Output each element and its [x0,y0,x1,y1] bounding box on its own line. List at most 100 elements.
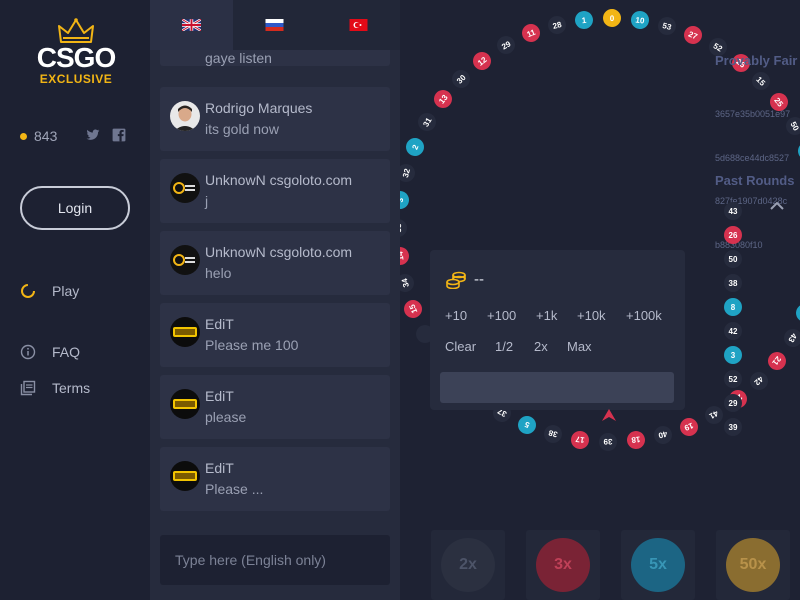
provably-fair-title[interactable]: Provably Fair [715,53,797,68]
avatar[interactable] [170,461,200,491]
chat-username[interactable]: Rodrigo Marques [205,100,312,116]
nav-item-terms[interactable]: Terms [20,378,90,398]
chat-message: Rodrigo Marques its gold now [160,87,390,151]
wheel-ball: 17 [570,429,591,451]
wheel-ball: 53 [655,14,678,37]
logo[interactable]: CSGO EXCLUSIVE [28,18,124,86]
tab-language-tr-overlay[interactable] [316,0,400,50]
wheel-ball: 39 [599,432,618,452]
wheel-ball: 28 [545,13,568,36]
chat-username[interactable]: UnknowN csgoloto.com [205,244,352,260]
wheel-ball: 32 [400,162,417,185]
wheel-ball: 5 [515,413,539,437]
sidebar: CSGO EXCLUSIVE 843 Login Play FAQ Terms [0,0,150,600]
bet-amount: -- [474,271,484,288]
chevron-up-icon[interactable] [770,201,784,211]
coin-icon [20,132,27,140]
wheel-ball: 1 [574,9,595,30]
bet-5x-button[interactable]: 5x [631,538,685,592]
wheel-ball: 2 [403,135,427,159]
wheel-ball: 15 [401,297,426,322]
wheel-ball: 11 [518,21,543,46]
past-round-ball: 3 [724,346,742,364]
bet-2x-button[interactable]: 2x [441,538,495,592]
user-photo-icon [170,101,200,131]
wheel-ball: 27 [681,23,705,47]
past-round-ball: 50 [724,250,742,268]
wheel-ball: 0 [602,8,621,28]
add-100k-button[interactable]: +100k [626,308,662,323]
hash-line: 5d688ce44dc8527 [715,152,790,163]
facebook-icon[interactable] [112,128,126,142]
add-10k-button[interactable]: +10k [577,308,606,323]
wheel-ball: 31 [415,110,440,135]
chat-message-text: j [205,193,209,209]
chat-message-text: please [205,409,247,425]
wheel-ball: 10 [629,9,650,31]
wheel-ball: 14 [400,245,410,266]
twitter-icon[interactable] [86,128,100,142]
tab-language-ru-overlay[interactable] [233,0,317,50]
past-round-ball: 42 [724,322,742,340]
chat-username[interactable]: EdiT [205,316,234,332]
chat-message-text: Please me 100 [205,337,299,353]
logo-subtext: EXCLUSIVE [39,72,113,86]
nav-item-play[interactable]: Play [20,281,79,301]
chat-message: EdiT Please me 100 [160,303,390,367]
wheel-ball: 6 [793,301,800,325]
chat-message-text: helo [205,265,232,281]
past-round-ball: 8 [724,298,742,316]
tab-language-en-overlay[interactable] [150,0,234,50]
turkey-flag-icon [349,19,368,31]
russia-flag-icon [265,19,284,31]
add-100-button[interactable]: +100 [487,308,516,323]
wheel-ball: 38 [542,423,565,446]
bet-50x-button[interactable]: 50x [726,538,780,592]
wheel-ball: 12 [469,48,496,74]
bet-3x-button[interactable]: 3x [536,538,590,592]
add-10-button[interactable]: +10 [445,308,467,323]
edit-logo-icon [170,389,200,419]
half-button[interactable]: 1/2 [495,339,513,354]
wheel-ball: 41 [702,402,727,427]
chat-username[interactable]: UnknowN csgoloto.com [205,172,352,188]
login-button[interactable]: Login [20,186,130,230]
chat-message-text: Please ... [205,481,264,497]
past-round-ball: 43 [724,202,742,220]
avatar[interactable] [170,317,200,347]
wheel-ball: 19 [677,414,702,439]
past-round-ball: 29 [724,394,742,412]
document-icon [20,380,36,396]
wheel-ball: 40 [652,424,675,447]
clear-button[interactable]: Clear [445,339,476,354]
avatar[interactable] [170,389,200,419]
csgoloto-logo-icon [170,245,200,275]
add-1k-button[interactable]: +1k [536,308,557,323]
past-round-ball: 26 [724,226,742,244]
chat-message: EdiT Please ... [160,447,390,511]
language-tabs-overlay [150,0,400,50]
wheel-ball: 13 [430,86,456,113]
wheel-ball: 30 [448,66,475,92]
wheel-ball: 33 [400,219,408,238]
chat-username[interactable]: EdiT [205,460,234,476]
info-icon [20,344,36,360]
past-round-ball: 52 [724,370,742,388]
max-button[interactable]: Max [567,339,592,354]
wheel-ball: 29 [493,33,518,58]
avatar[interactable] [170,101,200,131]
chat-username[interactable]: EdiT [205,388,234,404]
wheel-ball: 42 [745,368,772,394]
avatar[interactable] [170,245,200,275]
bet-amount-input[interactable] [440,372,674,403]
double-button[interactable]: 2x [534,339,548,354]
past-rounds-title: Past Rounds [715,173,795,188]
nav-label: Play [52,283,80,299]
chat-input[interactable] [160,535,390,585]
wheel-ball: 3 [400,190,411,211]
hash-line: 3657e35b0051e97 [715,109,791,119]
avatar[interactable] [170,173,200,203]
chat-message: UnknowN csgoloto.com helo [160,231,390,295]
wheel-pointer-icon [602,409,616,421]
nav-item-faq[interactable]: FAQ [20,342,80,362]
